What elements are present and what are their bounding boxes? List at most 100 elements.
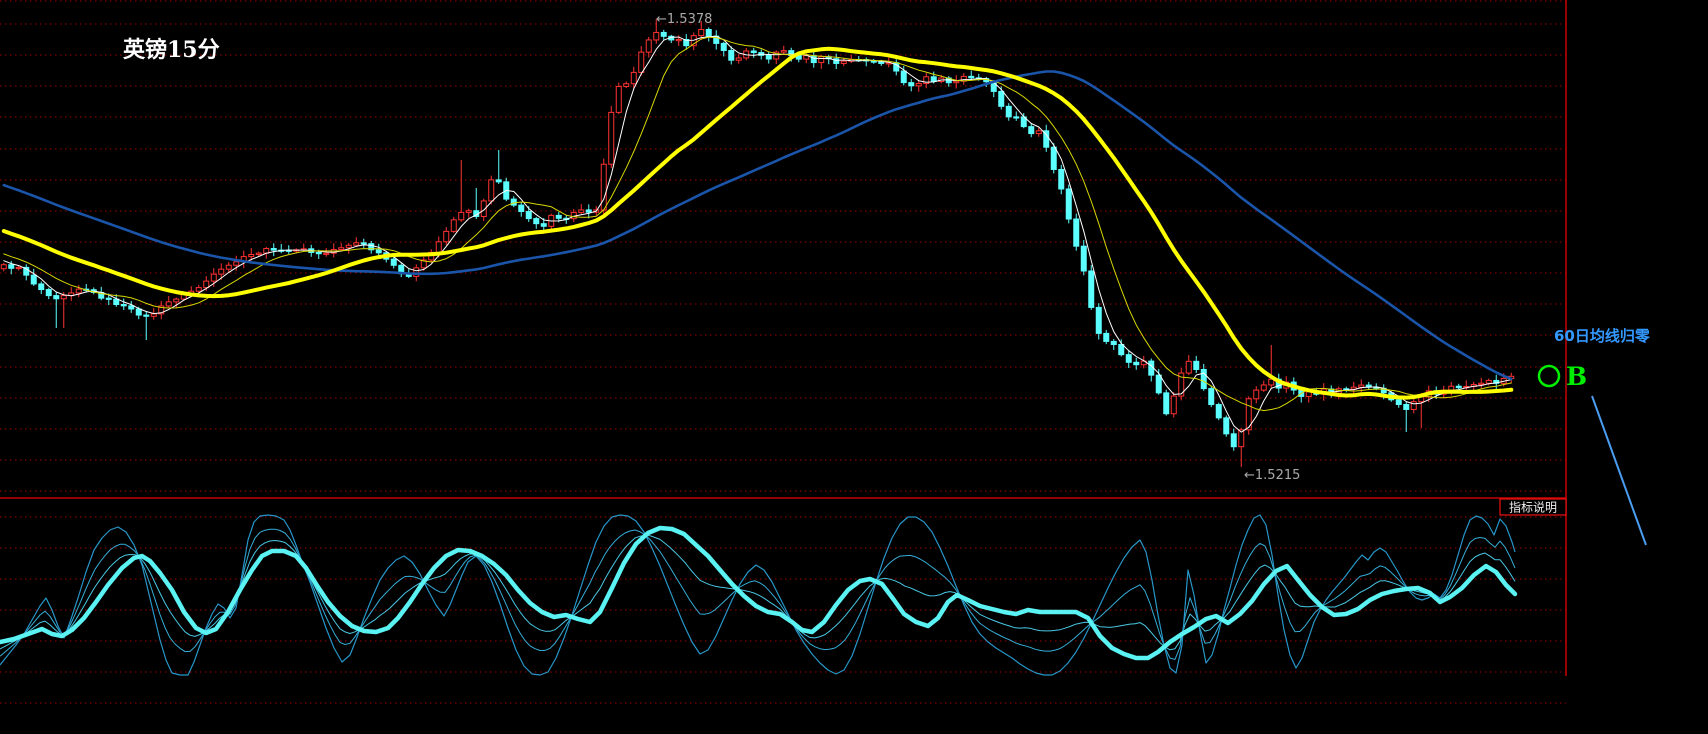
candle-body-up [338,247,345,250]
candle-body-up [735,57,742,61]
candle-body-up [15,266,22,270]
candle-body-up [165,301,172,307]
candle-body-up [195,287,202,292]
low-price-label: ←1.5215 [1244,468,1300,483]
candle-body-up [653,31,660,41]
candle-body-down [1073,218,1080,247]
candle-body-up [255,252,262,255]
candle-body-down [1065,188,1072,220]
candle-body-down [1125,354,1132,363]
candle-body-up [1185,360,1192,374]
high-price-label: ←1.5378 [656,12,712,27]
candle-body-up [645,39,652,53]
moving-average-lines [1,35,1514,433]
candle-body-down [360,242,367,245]
candle-body-down [1013,116,1020,119]
candle-body-up [915,83,922,87]
candle-body-up [413,267,420,277]
buy-signal-circle [1537,364,1561,388]
candle-body-down [870,60,877,63]
candle-body-down [1155,374,1162,394]
candle-body-down [1455,385,1462,389]
candle-body-down [1208,388,1215,406]
main-panel-gridlines [0,0,1566,492]
candle-body-down [998,90,1005,107]
candle-body-up [1478,382,1485,386]
candle-body-up [675,39,682,42]
candle-body-up [443,230,450,243]
candle-body-up [780,50,787,53]
candle-body-down [750,50,757,54]
candle-body-up [0,264,7,270]
candle-body-down [1223,417,1230,435]
candle-body-up [578,209,585,213]
candle-body-down [1103,332,1110,342]
candle-body-down [1028,126,1035,135]
candle-body-down [38,283,45,291]
candle-body-up [698,29,705,37]
ma-zero-annotation-text: 60日均线归零 [1554,327,1651,345]
candle-body-down [128,305,135,310]
candle-body-up [248,253,255,258]
candle-body-down [1395,399,1402,405]
candle-body-up [233,261,240,266]
candle-body-down [1118,343,1125,356]
candle-body-up [1260,384,1267,391]
candle-body-down [908,82,915,87]
candle-body-up [1485,379,1492,384]
candle-body-down [810,55,817,64]
candle-body-down [1095,306,1102,334]
candle-body-down [720,42,727,52]
candle-body-down [8,264,15,269]
candle-body-up [450,219,457,232]
candle-body-up [1253,389,1260,400]
chart-canvas: 英镑15分 ←1.5378 ←1.5215 60日均线归零 B 指标说明 [0,0,1651,704]
candle-body-down [533,218,540,225]
candle-body-down [930,76,937,82]
candle-body-down [1058,168,1065,190]
candle-body-down [1110,340,1117,345]
candle-body-down [900,70,907,84]
candle-body-down [113,298,120,306]
indicator-info-button[interactable]: 指标说明 [1499,498,1567,516]
buy-signal-b-label: B [1566,362,1587,391]
candle-body-down [525,211,532,220]
candle-body-down [510,198,517,206]
candle-body-up [150,313,157,317]
candle-body-down [585,209,592,213]
candle-body-down [1163,392,1170,415]
candle-body-down [53,295,60,300]
candle-body-up [840,60,847,64]
candle-body-down [495,179,502,183]
candle-body-down [30,274,37,285]
candle-body-up [638,51,645,73]
candle-body-down [555,214,562,219]
candle-body-up [623,83,630,87]
candle-body-down [143,314,150,317]
candle-body-up [435,241,442,253]
candle-body-down [705,29,712,37]
oscillator-mid2-line [0,534,1516,651]
candle-body-up [75,288,82,294]
candle-body-up [225,264,232,270]
candle-body-up [1035,130,1042,135]
candle-body-up [818,56,825,64]
candle-body-down [1133,361,1140,366]
candle-body-down [1200,368,1207,390]
indicator-info-button-label[interactable]: 指标说明 [1509,500,1557,515]
candle-body-up [488,179,495,202]
ma30-line [1,46,1514,400]
chart-window: 英镑15分 ←1.5378 ←1.5215 60日均线归零 B 指标说明 [0,0,1708,734]
candle-body-up [323,252,330,255]
candle-body-up [953,80,960,84]
ma5-line [3,35,1512,433]
chart-title: 英镑15分 [123,37,220,63]
candle-body-down [315,252,322,255]
ma10-line [3,36,1512,412]
candle-body-up [608,111,615,165]
candle-body-down [540,223,547,227]
candle-body-down [270,248,277,251]
candle-body-up [353,242,360,246]
candle-body-up [345,244,352,249]
candle-body-down [518,204,525,213]
